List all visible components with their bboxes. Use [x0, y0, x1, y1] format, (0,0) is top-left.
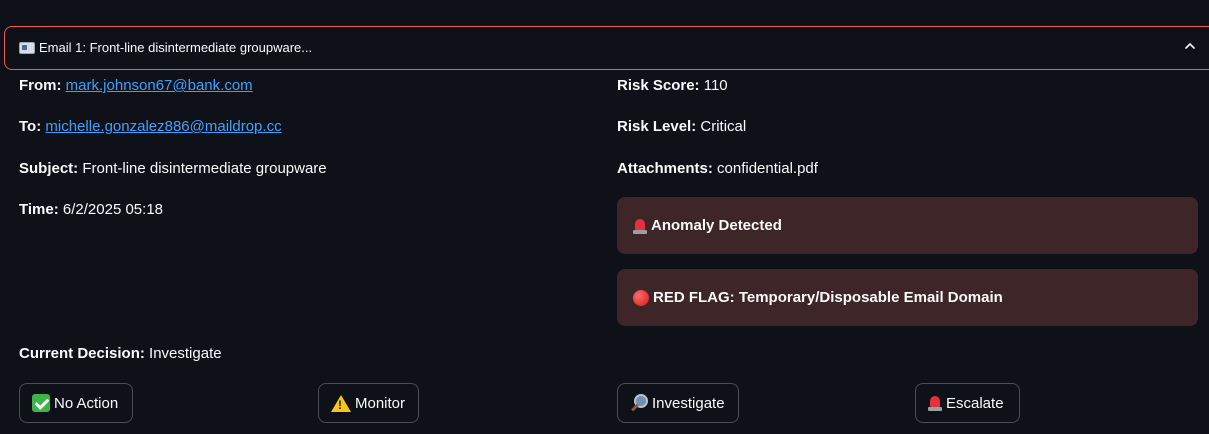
chevron-up-icon[interactable]	[1185, 41, 1195, 51]
email-expander[interactable]: Email 1: Front-line disintermediate grou…	[4, 26, 1209, 70]
risk-score-field: Risk Score: 110	[617, 76, 728, 96]
current-decision-field: Current Decision: Investigate	[19, 344, 222, 364]
warning-icon	[331, 394, 351, 412]
red-flag-alert-text: RED FLAG: Temporary/Disposable Email Dom…	[653, 289, 1003, 306]
from-label: From:	[19, 77, 62, 94]
subject-label: Subject:	[19, 160, 79, 177]
anomaly-alert: Anomaly Detected	[617, 197, 1198, 254]
no-action-label: No Action	[54, 394, 119, 412]
siren-icon	[633, 218, 647, 234]
risk-level-value: Critical	[700, 118, 747, 135]
risk-score-label: Risk Score:	[617, 77, 700, 94]
time-value: 6/2/2025 05:18	[62, 201, 163, 218]
expander-header[interactable]: Email 1: Front-line disintermediate grou…	[19, 40, 312, 55]
current-decision-value: Investigate	[149, 345, 222, 362]
subject-field: Subject: Front-line disintermediate grou…	[19, 159, 327, 179]
to-field: To: michelle.gonzalez886@maildrop.cc	[19, 117, 282, 137]
escalate-button[interactable]: Escalate	[915, 383, 1020, 423]
attachments-label: Attachments:	[617, 160, 713, 177]
check-mark-icon	[32, 394, 50, 412]
anomaly-alert-text: Anomaly Detected	[651, 217, 782, 234]
from-email-link[interactable]: mark.johnson67@bank.com	[66, 77, 253, 94]
no-action-button[interactable]: No Action	[19, 383, 133, 423]
from-field: From: mark.johnson67@bank.com	[19, 76, 253, 96]
investigate-label: Investigate	[652, 394, 725, 412]
time-label: Time:	[19, 201, 59, 218]
investigate-button[interactable]: Investigate	[617, 383, 739, 423]
escalate-label: Escalate	[946, 394, 1004, 412]
risk-level-label: Risk Level:	[617, 118, 697, 135]
risk-score-value: 110	[703, 77, 728, 94]
attachments-value: confidential.pdf	[717, 160, 818, 177]
current-decision-label: Current Decision:	[19, 345, 145, 362]
siren-icon	[928, 395, 942, 411]
to-email-link[interactable]: michelle.gonzalez886@maildrop.cc	[45, 118, 281, 135]
time-field: Time: 6/2/2025 05:18	[19, 200, 163, 220]
subject-value: Front-line disintermediate groupware	[82, 160, 327, 177]
red-flag-alert: RED FLAG: Temporary/Disposable Email Dom…	[617, 269, 1198, 326]
risk-level-field: Risk Level: Critical	[617, 117, 746, 137]
magnifying-glass-icon	[630, 394, 648, 412]
attachments-field: Attachments: confidential.pdf	[617, 159, 818, 179]
monitor-label: Monitor	[355, 394, 406, 412]
expander-title: Email 1: Front-line disintermediate grou…	[39, 40, 313, 55]
monitor-button[interactable]: Monitor	[318, 383, 419, 423]
to-label: To:	[19, 118, 42, 135]
red-circle-icon	[633, 289, 649, 306]
email-icon	[19, 41, 35, 54]
